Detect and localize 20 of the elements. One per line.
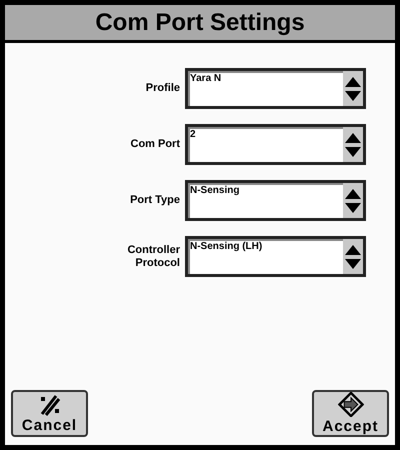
accept-button[interactable]: Accept [312,390,389,437]
field-label: Port Type [129,194,180,207]
window-title: Com Port Settings [95,8,305,38]
field-value: N-Sensing (LH) [189,240,264,253]
field-value: N-Sensing [189,184,240,197]
field-label: Profile [144,82,180,95]
select-field[interactable]: N-Sensing [185,180,366,221]
field-value: 2 [189,128,197,141]
select-field[interactable]: N-Sensing (LH) [185,236,366,277]
cancel-button[interactable]: Cancel [11,390,88,437]
up-down-arrows-icon[interactable] [345,132,361,158]
field-label: Controller Protocol [126,244,180,270]
diamond-arrow-icon [338,392,364,417]
select-field[interactable]: 2 [185,124,366,165]
field-label: Com Port [130,138,180,151]
select-field[interactable]: Yara N [185,68,366,109]
field-value: Yara N [189,72,222,85]
up-down-arrows-icon[interactable] [345,244,361,270]
up-down-arrows-icon[interactable] [345,76,361,102]
up-down-arrows-icon[interactable] [345,188,361,214]
